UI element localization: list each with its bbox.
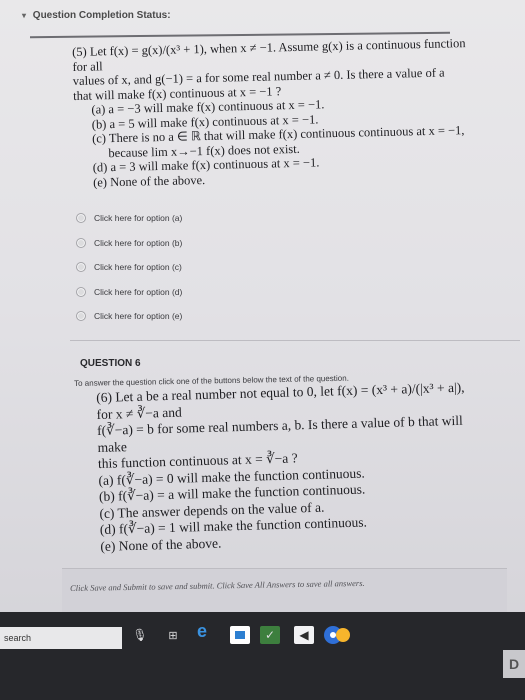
question6-text: (6) Let a be a real number not equal to … (96, 379, 480, 555)
option-a[interactable]: Click here for option (a) (76, 206, 376, 230)
app-icon[interactable]: ✓ (260, 626, 280, 644)
taskbar-search[interactable]: search (0, 627, 122, 649)
option-label: Click here for option (d) (94, 286, 183, 297)
laptop-bezel-logo: D (503, 650, 525, 678)
option-label: Click here for option (c) (94, 262, 182, 272)
option-d[interactable]: Click here for option (d) (76, 280, 376, 304)
question6-title: QUESTION 6 (80, 358, 141, 369)
radio-button[interactable] (76, 311, 86, 321)
status-header[interactable]: ▾ Question Completion Status: (22, 10, 171, 21)
answer-options: Click here for option (a) Click here for… (76, 206, 376, 329)
microphone-icon[interactable]: 🎙 (130, 626, 150, 644)
submit-footer: Click Save and Submit to save and submit… (62, 568, 507, 612)
option-e[interactable]: Click here for option (e) (76, 304, 376, 328)
radio-button[interactable] (76, 213, 86, 223)
taskbar: search 🎙 ⊞ e ✓ ◀ (0, 612, 525, 700)
edge-browser-icon[interactable]: e (192, 621, 212, 641)
footer-instruction: Click Save and Submit to save and submit… (70, 577, 365, 593)
question5-text: (5) Let f(x) = g(x)/(x³ + 1), when x ≠ −… (72, 36, 470, 190)
radio-button[interactable] (76, 237, 86, 248)
question-separator (70, 340, 520, 341)
collapse-chevron-icon[interactable]: ▾ (22, 11, 26, 20)
radio-button[interactable] (76, 286, 86, 297)
option-label: Click here for option (e) (94, 311, 183, 321)
content-area: ▾ Question Completion Status: (5) Let f(… (0, 0, 525, 612)
app-icon[interactable]: ◀ (294, 626, 314, 644)
task-view-icon[interactable]: ⊞ (163, 626, 183, 644)
app-icon[interactable] (336, 628, 350, 642)
status-title: Question Completion Status: (32, 10, 171, 21)
radio-button[interactable] (76, 262, 86, 272)
option-label: Click here for option (a) (94, 213, 183, 223)
option-b[interactable]: Click here for option (b) (76, 231, 376, 255)
option-c[interactable]: Click here for option (c) (76, 255, 376, 279)
option-label: Click here for option (b) (94, 237, 183, 248)
store-icon[interactable] (230, 626, 250, 644)
